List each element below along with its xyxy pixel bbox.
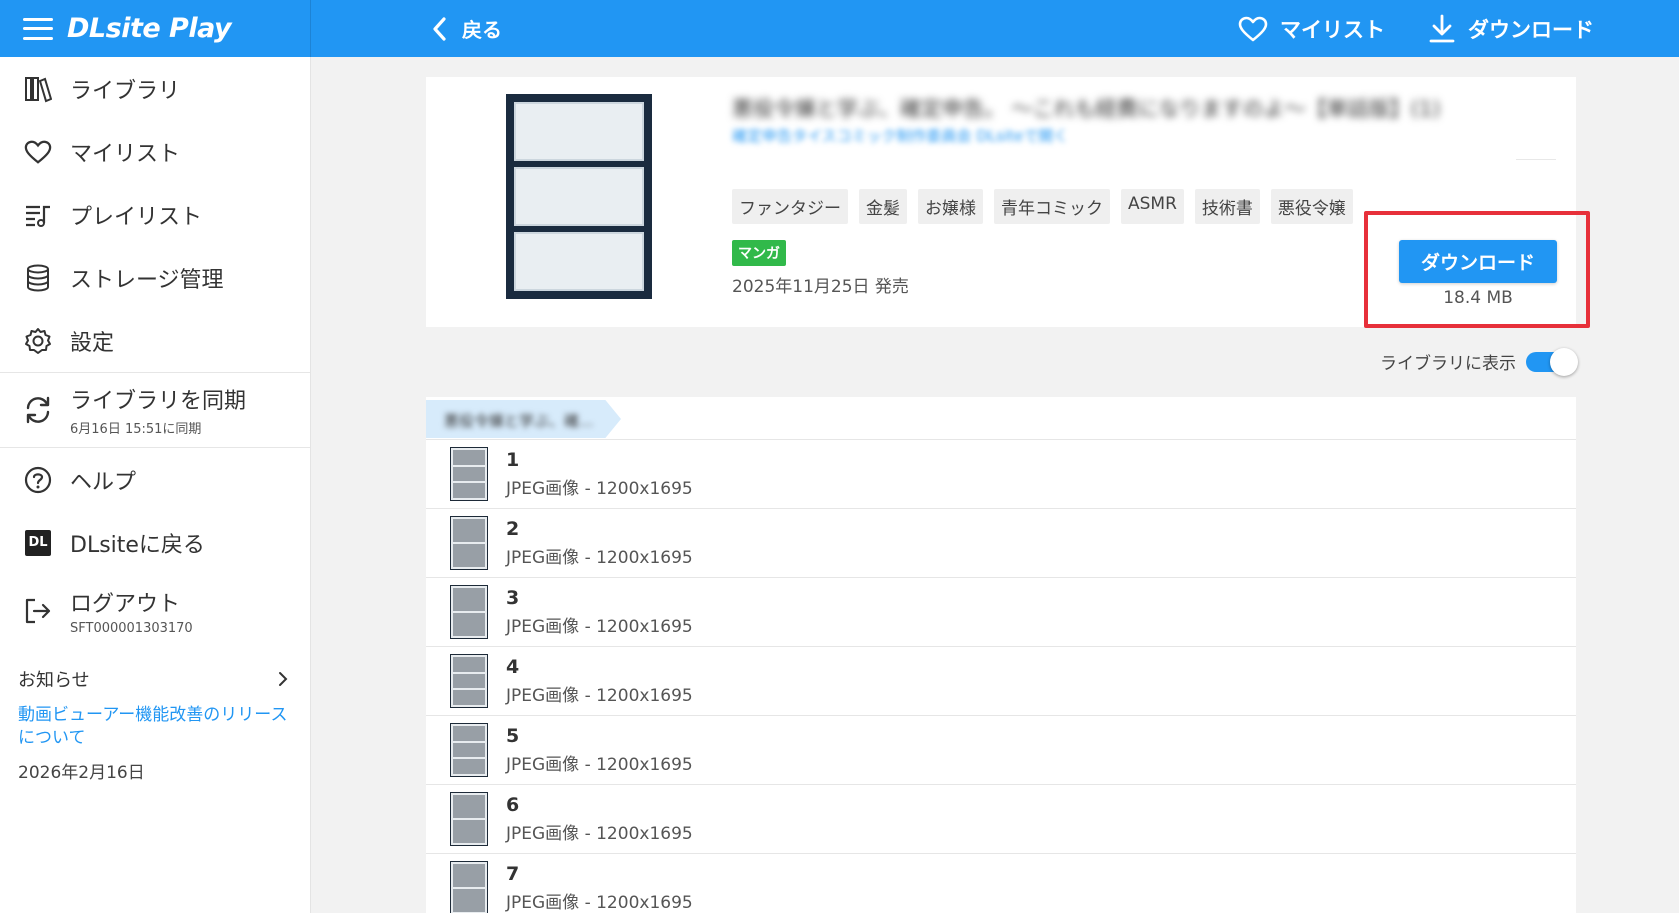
file-number: 3	[506, 587, 520, 609]
file-number: 7	[506, 863, 520, 885]
file-row[interactable]: 6 JPEG画像 - 1200x1695	[426, 784, 1576, 853]
cover-image[interactable]	[506, 94, 652, 299]
heart-icon	[22, 136, 54, 168]
menu-icon[interactable]	[23, 17, 53, 40]
tag[interactable]: ASMR	[1121, 189, 1184, 224]
folder-name: 悪役令嬢と学ぶ、確...	[444, 412, 594, 430]
sidebar-item-dlsite[interactable]: DL DLsiteに戻る	[0, 511, 310, 574]
news-link[interactable]: 動画ビューアー機能改善のリリースについて	[0, 692, 310, 750]
sidebar-item-playlist[interactable]: プレイリスト	[0, 183, 310, 246]
file-meta: JPEG画像 - 1200x1695	[506, 893, 693, 913]
brand-logo[interactable]: DLsite Play	[67, 13, 232, 44]
file-number: 2	[506, 518, 520, 540]
help-icon	[22, 464, 54, 496]
sidebar-item-label: 設定	[70, 330, 115, 356]
file-meta: JPEG画像 - 1200x1695	[506, 824, 693, 844]
file-row[interactable]: 1 JPEG画像 - 1200x1695	[426, 439, 1576, 508]
file-thumbnail	[450, 723, 488, 777]
sidebar-item-storage[interactable]: ストレージ管理	[0, 246, 310, 309]
back-button[interactable]: 戻る	[432, 0, 502, 57]
sidebar-item-sync[interactable]: ライブラリを同期 6月16日 15:51に同期	[0, 373, 310, 447]
release-date: 2025年11月25日 発売	[732, 277, 909, 297]
file-thumbnail	[450, 585, 488, 639]
dlsite-icon-wrap: DL	[22, 527, 54, 559]
storage-icon	[22, 262, 54, 294]
sync-icon	[22, 394, 54, 426]
file-number: 4	[506, 656, 520, 678]
download-button[interactable]: ダウンロード	[1399, 240, 1557, 283]
heart-icon	[1238, 16, 1268, 41]
file-row[interactable]: 3 JPEG画像 - 1200x1695	[426, 577, 1576, 646]
mylist-label: マイリスト	[1280, 17, 1385, 42]
file-meta: JPEG画像 - 1200x1695	[506, 686, 693, 706]
circle-link[interactable]: 確定申告タイスコミック制作委員会 DLsiteで開く	[732, 125, 1152, 146]
sidebar-item-label: DLsiteに戻る	[70, 532, 205, 558]
gear-icon	[22, 325, 54, 357]
header-download-label: ダウンロード	[1468, 17, 1594, 42]
file-number: 5	[506, 725, 520, 747]
file-meta: JPEG画像 - 1200x1695	[506, 617, 693, 637]
mylist-button[interactable]: マイリスト	[1238, 0, 1385, 57]
library-toggle-row: ライブラリに表示	[1380, 348, 1578, 376]
user-id: SFT000001303170	[70, 621, 193, 636]
news-date: 2026年2月16日	[18, 763, 145, 783]
dlsite-icon: DL	[25, 529, 51, 556]
file-number: 1	[506, 449, 520, 471]
sidebar-item-label: プレイリスト	[70, 204, 203, 230]
file-thumbnail	[450, 516, 488, 570]
logout-label: ログアウト	[70, 592, 181, 617]
tag[interactable]: 悪役令嬢	[1270, 189, 1353, 224]
download-icon	[1429, 14, 1455, 42]
file-list: 悪役令嬢と学ぶ、確... 1 JPEG画像 - 1200x1695 2 JPEG画像…	[426, 397, 1576, 913]
sidebar-item-mylist[interactable]: マイリスト	[0, 120, 310, 183]
file-row[interactable]: 5 JPEG画像 - 1200x1695	[426, 715, 1576, 784]
sidebar-item-label: マイリスト	[70, 141, 181, 167]
file-thumbnail	[450, 861, 488, 913]
work-title: 悪役令嬢と学ぶ、確定申告。 〜これも経費になりますのよ〜【単話版】(1)	[732, 97, 1441, 121]
file-row[interactable]: 7 JPEG画像 - 1200x1695	[426, 853, 1576, 913]
file-thumbnail	[450, 447, 488, 501]
news-header[interactable]: お知らせ	[0, 648, 310, 692]
file-thumbnail	[450, 654, 488, 708]
library-icon	[22, 73, 54, 105]
logout-icon	[22, 595, 54, 627]
library-toggle-label: ライブラリに表示	[1380, 353, 1516, 374]
folder-breadcrumb[interactable]: 悪役令嬢と学ぶ、確...	[426, 400, 621, 438]
file-size: 18.4 MB	[1443, 288, 1513, 308]
playlist-icon	[22, 199, 54, 231]
header-download-button[interactable]: ダウンロード	[1428, 0, 1594, 57]
brand-area: DLsite Play	[0, 0, 311, 57]
tag[interactable]: ファンタジー	[732, 189, 848, 224]
back-label: 戻る	[462, 18, 502, 42]
sidebar: ライブラリ マイリスト プレイリスト ストレージ管理 設定 ライブラリを同期 6…	[0, 57, 311, 913]
sidebar-item-label: ライブラリ	[70, 78, 181, 104]
file-thumbnail	[450, 792, 488, 846]
news-heading: お知らせ	[18, 670, 90, 691]
chevron-left-icon	[433, 16, 446, 41]
tag[interactable]: 金髪	[859, 189, 907, 224]
category-badge: マンガ	[732, 240, 786, 266]
sidebar-item-label: ストレージ管理	[70, 267, 224, 293]
tag-list: ファンタジー 金髪 お嬢様 青年コミック ASMR 技術書 悪役令嬢	[732, 189, 1353, 224]
file-row[interactable]: 2 JPEG画像 - 1200x1695	[426, 508, 1576, 577]
sidebar-item-label: ヘルプ	[70, 469, 137, 495]
title-divider	[1516, 159, 1556, 160]
sync-timestamp: 6月16日 15:51に同期	[70, 422, 202, 437]
sync-label: ライブラリを同期	[70, 389, 247, 414]
file-meta: JPEG画像 - 1200x1695	[506, 548, 693, 568]
library-toggle-switch[interactable]	[1526, 348, 1578, 376]
tag[interactable]: 技術書	[1194, 189, 1260, 224]
top-bar: DLsite Play 戻る マイリスト ダウンロード	[0, 0, 1679, 57]
tag[interactable]: 青年コミック	[994, 189, 1110, 224]
sidebar-item-help[interactable]: ヘルプ	[0, 448, 310, 511]
file-number: 6	[506, 794, 520, 816]
sidebar-item-library[interactable]: ライブラリ	[0, 57, 310, 120]
sidebar-item-settings[interactable]: 設定	[0, 309, 310, 372]
file-meta: JPEG画像 - 1200x1695	[506, 755, 693, 775]
sidebar-item-logout[interactable]: ログアウト SFT000001303170	[0, 574, 310, 648]
chevron-right-icon	[279, 672, 288, 686]
file-row[interactable]: 4 JPEG画像 - 1200x1695	[426, 646, 1576, 715]
file-meta: JPEG画像 - 1200x1695	[506, 479, 693, 499]
tag[interactable]: お嬢様	[918, 189, 983, 224]
